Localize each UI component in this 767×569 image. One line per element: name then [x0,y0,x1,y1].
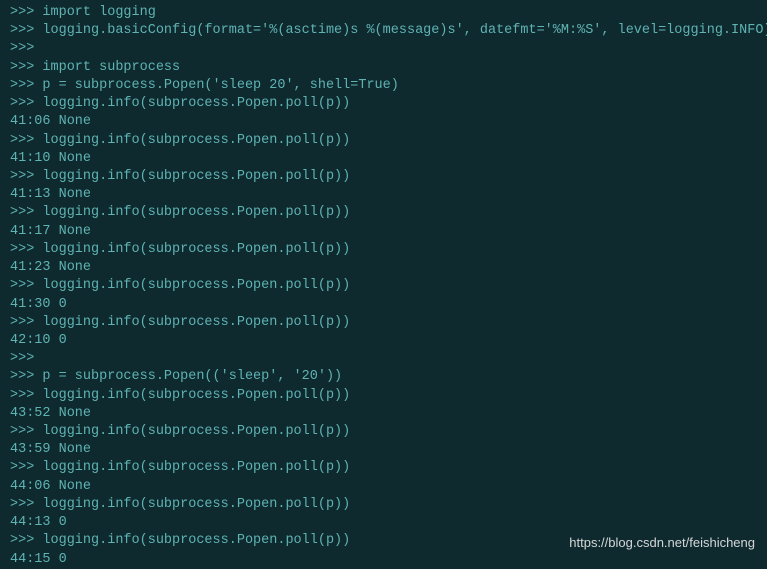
terminal-output-line: 41:17 None [10,223,757,241]
terminal-output-line: 41:23 None [10,259,757,277]
terminal-input-line: >>> logging.info(subprocess.Popen.poll(p… [10,314,757,332]
terminal-output-line: 44:06 None [10,478,757,496]
terminal-input-line: >>> logging.info(subprocess.Popen.poll(p… [10,277,757,295]
watermark-text: https://blog.csdn.net/feishicheng [569,534,755,552]
terminal-input-line: >>> p = subprocess.Popen(('sleep', '20')… [10,368,757,386]
terminal-output-line: 41:30 0 [10,296,757,314]
terminal-input-line: >>> logging.info(subprocess.Popen.poll(p… [10,387,757,405]
terminal-input-line: >>> logging.info(subprocess.Popen.poll(p… [10,132,757,150]
terminal-input-line: >>> import logging [10,4,757,22]
terminal-output-line: 41:13 None [10,186,757,204]
terminal-output-line: 43:59 None [10,441,757,459]
terminal-input-line: >>> p = subprocess.Popen('sleep 20', she… [10,77,757,95]
terminal-input-line: >>> logging.info(subprocess.Popen.poll(p… [10,496,757,514]
terminal-output-line: 41:06 None [10,113,757,131]
terminal-input-line: >>> logging.info(subprocess.Popen.poll(p… [10,241,757,259]
terminal-input-line: >>> logging.info(subprocess.Popen.poll(p… [10,459,757,477]
terminal-input-line: >>> import subprocess [10,59,757,77]
terminal-input-line: >>> logging.info(subprocess.Popen.poll(p… [10,204,757,222]
terminal-input-line: >>> [10,350,757,368]
terminal-input-line: >>> logging.info(subprocess.Popen.poll(p… [10,95,757,113]
terminal-input-line: >>> logging.info(subprocess.Popen.poll(p… [10,168,757,186]
terminal-output[interactable]: >>> import logging>>> logging.basicConfi… [10,4,757,569]
terminal-output-line: 43:52 None [10,405,757,423]
terminal-input-line: >>> logging.info(subprocess.Popen.poll(p… [10,423,757,441]
terminal-output-line: 44:13 0 [10,514,757,532]
terminal-output-line: 42:10 0 [10,332,757,350]
terminal-output-line: 41:10 None [10,150,757,168]
terminal-input-line: >>> [10,40,757,58]
terminal-input-line: >>> logging.basicConfig(format='%(asctim… [10,22,757,40]
